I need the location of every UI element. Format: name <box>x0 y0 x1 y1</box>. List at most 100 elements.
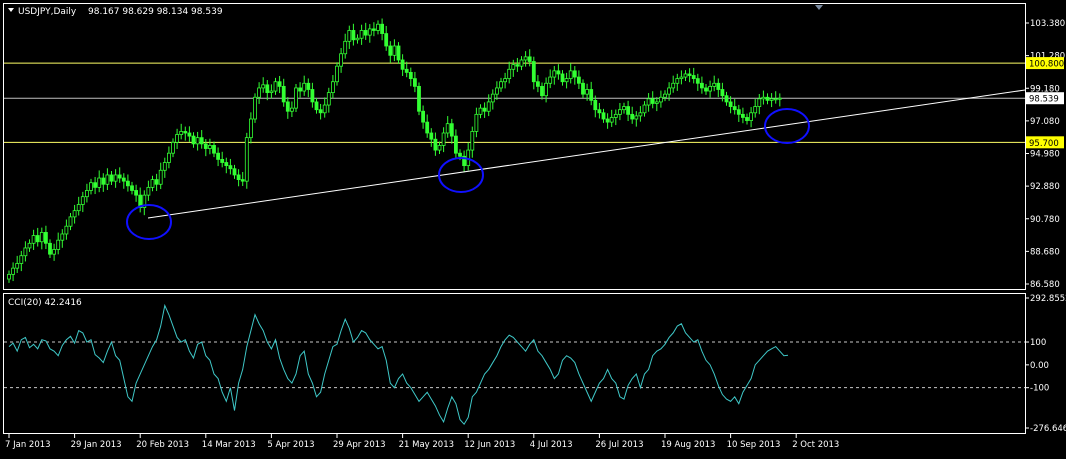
candle-body-bear <box>199 137 204 145</box>
price-tick-label: 94.980 <box>1030 150 1060 160</box>
candle-body-bear <box>482 107 487 112</box>
chart-canvas[interactable]: USDJPY,Daily 98.167 98.629 98.134 98.539… <box>0 0 1066 455</box>
candle-body-bear <box>732 106 737 111</box>
candle-body-bear <box>351 30 356 41</box>
candle-body-bear <box>93 182 97 188</box>
candle-body-bear <box>191 135 196 145</box>
chart-window[interactable]: USDJPY,Daily 98.167 98.629 98.134 98.539… <box>0 0 1066 455</box>
candle-body-bull <box>64 225 69 235</box>
candle-body-bear <box>704 87 708 92</box>
candle-body-bear <box>44 232 48 244</box>
candle-body-bull <box>72 210 77 218</box>
candle-body-bull <box>31 235 36 244</box>
candle-body-bull <box>76 204 81 212</box>
candle-body-bear <box>593 99 598 111</box>
candle-body-bear <box>728 101 733 107</box>
candle-body-bull <box>474 113 479 132</box>
time-tick-label: 26 Jul 2013 <box>595 440 643 450</box>
candle-body-bear <box>597 109 602 114</box>
candle-body-bull <box>675 78 680 84</box>
candle-body-bear <box>224 162 229 167</box>
candle-body-bull <box>97 177 102 188</box>
candle-body-bear <box>117 174 122 179</box>
candle-body-bull <box>294 87 298 109</box>
candle-body-bull <box>769 98 774 101</box>
candle-body-bear <box>236 174 241 180</box>
time-tick-label: 10 Sep 2013 <box>727 440 781 450</box>
price-tick-label: 97.080 <box>1030 117 1060 127</box>
candle-body-bear <box>695 78 700 84</box>
candle-body-bull <box>166 152 171 163</box>
candle-body-bull <box>753 106 758 114</box>
candle-body-bear <box>687 73 692 76</box>
candle-body-bull <box>343 40 348 55</box>
candle-body-bull <box>27 242 32 249</box>
time-tick-label: 14 Mar 2013 <box>202 440 256 450</box>
candle-body-bull <box>499 81 503 89</box>
candle-body-bear <box>417 85 421 112</box>
candle-body-bear <box>121 177 126 182</box>
candle-body-bear <box>449 123 454 137</box>
candle-body-bull <box>503 78 508 83</box>
candle-body-bull <box>544 82 548 97</box>
candle-body-bull <box>257 87 262 98</box>
candle-body-bull <box>392 45 397 56</box>
candle-body-bull <box>445 123 450 134</box>
cci-tick-label: -100 <box>1030 384 1049 394</box>
candle-body-bull <box>248 118 253 139</box>
candle-body-bull <box>359 30 364 39</box>
candle-body-bear <box>453 135 458 154</box>
cci-tick-label: -276.646 <box>1030 424 1066 434</box>
candle-body-bull <box>15 263 20 269</box>
candle-body-bull <box>519 59 524 67</box>
candle-body-bull <box>273 81 278 92</box>
candle-body-bear <box>298 87 303 92</box>
candle-body-bear <box>265 84 270 94</box>
candle-body-bear <box>400 59 405 70</box>
candle-body-bull <box>261 84 266 89</box>
candle-body-bull <box>646 98 651 106</box>
candle-body-bull <box>302 82 307 92</box>
candle-body-bear <box>154 179 159 185</box>
candle-body-bull <box>683 73 688 78</box>
candle-body-bull <box>486 101 491 112</box>
candle-body-bull <box>552 70 557 78</box>
candle-body-bear <box>126 180 130 187</box>
time-tick-label: 21 May 2013 <box>399 440 454 450</box>
candle-body-bull <box>347 30 352 42</box>
candle-body-bear <box>228 165 233 170</box>
candle-body-bull <box>585 89 589 95</box>
candle-body-bull <box>56 239 61 250</box>
candle-body-bear <box>203 143 208 149</box>
candle-body-bull <box>564 78 569 83</box>
candle-body-bull <box>634 115 639 120</box>
candle-body-bear <box>741 113 745 118</box>
candle-body-bear <box>216 152 221 160</box>
candle-body-bull <box>638 112 643 117</box>
candle-body-bull <box>490 93 495 103</box>
candle-body-bull <box>326 92 331 106</box>
candle-body-bear <box>388 45 393 56</box>
candle-body-bull <box>7 273 11 280</box>
candle-body-bull <box>777 97 782 100</box>
candle-body-bull <box>339 53 344 67</box>
time-tick-label: 5 Apr 2013 <box>267 440 314 450</box>
candle-body-bull <box>158 169 163 185</box>
candle-body-bear <box>429 132 434 140</box>
time-tick-label: 7 Jan 2013 <box>5 440 51 450</box>
candle-body-bull <box>85 190 89 198</box>
candle-body-bull <box>773 98 778 101</box>
candle-body-bear <box>691 75 696 80</box>
candle-body-bear <box>35 235 40 243</box>
candle-body-bear <box>572 70 577 78</box>
candle-body-bear <box>109 174 114 182</box>
candle-body-bear <box>536 81 540 87</box>
candle-body-bull <box>162 162 167 171</box>
candle-body-bear <box>412 78 417 87</box>
candle-body-bull <box>441 132 446 146</box>
candle-body-bull <box>52 249 56 255</box>
candle-body-bear <box>626 106 630 115</box>
candle-body-bear <box>527 56 532 62</box>
candle-body-bull <box>19 255 24 264</box>
candle-body-bull <box>622 106 626 111</box>
